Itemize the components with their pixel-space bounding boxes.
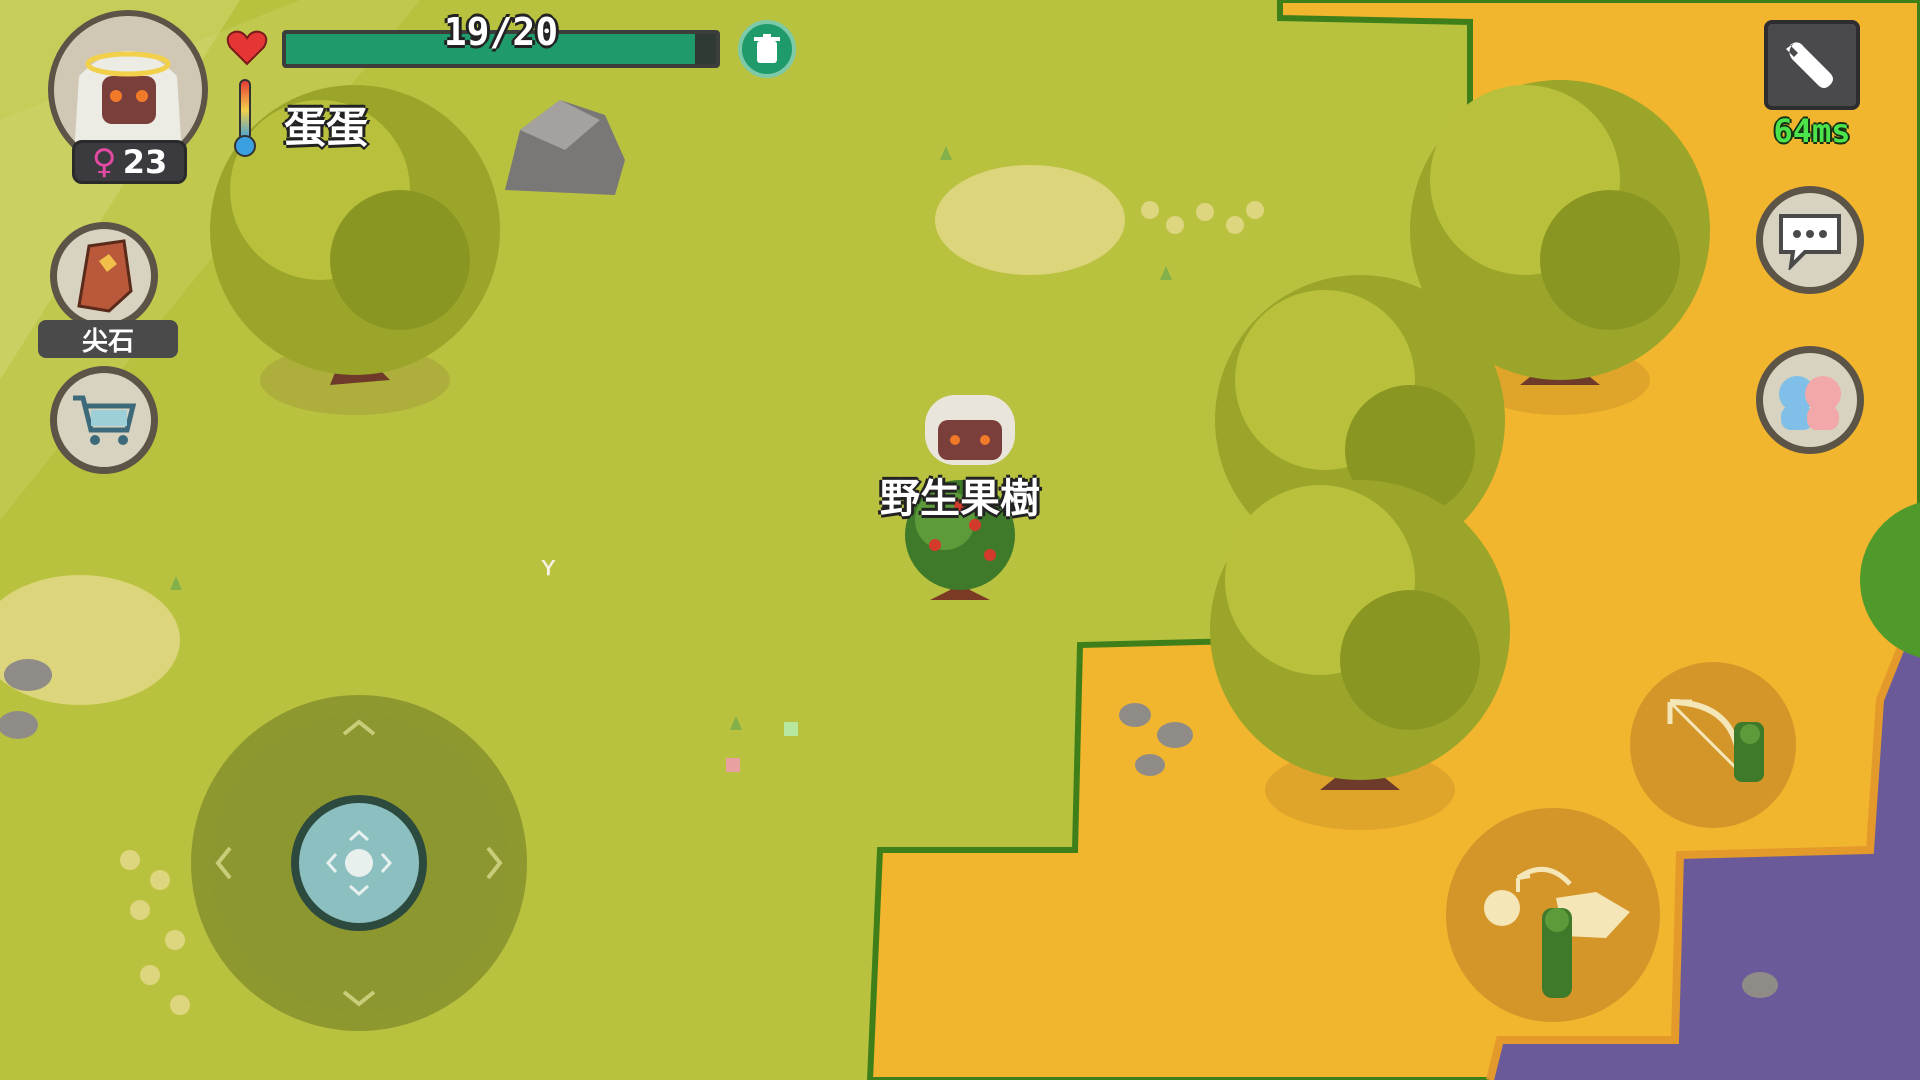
settings-button[interactable]: [1764, 20, 1860, 110]
dodge-button[interactable]: [1446, 808, 1660, 1022]
sharp-stone-icon: [77, 239, 133, 313]
heart-icon: [226, 30, 268, 66]
health-text: 19/20: [443, 10, 559, 54]
thermometer-icon: [234, 79, 256, 157]
chat-bubble-icon: [1779, 214, 1841, 270]
level-value: 23: [122, 143, 168, 181]
attack-button[interactable]: [1630, 662, 1796, 828]
shopping-cart-icon: [73, 395, 137, 445]
shop-button[interactable]: [50, 366, 158, 474]
dodge-roll-icon: [1484, 866, 1630, 998]
equipped-item-label: 尖石: [38, 320, 178, 358]
flower: [784, 722, 798, 736]
trash-icon: [754, 34, 780, 63]
female-icon: ♀: [91, 142, 117, 182]
flower: [726, 758, 740, 772]
level-badge: ♀ 23: [72, 140, 187, 184]
equipped-item-slot[interactable]: [50, 222, 158, 330]
chat-button[interactable]: [1756, 186, 1864, 294]
ping-indicator: 64ms: [1773, 112, 1851, 150]
virtual-joystick[interactable]: [188, 692, 530, 1034]
bow-icon: [1667, 699, 1764, 782]
dirt-patch: [935, 165, 1125, 275]
resource-label: 野生果樹: [880, 476, 1040, 522]
butterfly: ʏ: [540, 549, 557, 582]
friends-button[interactable]: [1756, 346, 1864, 454]
trash-button[interactable]: [738, 20, 796, 78]
player-character: [925, 395, 1015, 465]
joystick-knob: [291, 795, 427, 931]
friends-icon: [1779, 376, 1841, 430]
wrench-icon: [1786, 42, 1833, 88]
player-name: 蛋蛋: [284, 103, 369, 152]
